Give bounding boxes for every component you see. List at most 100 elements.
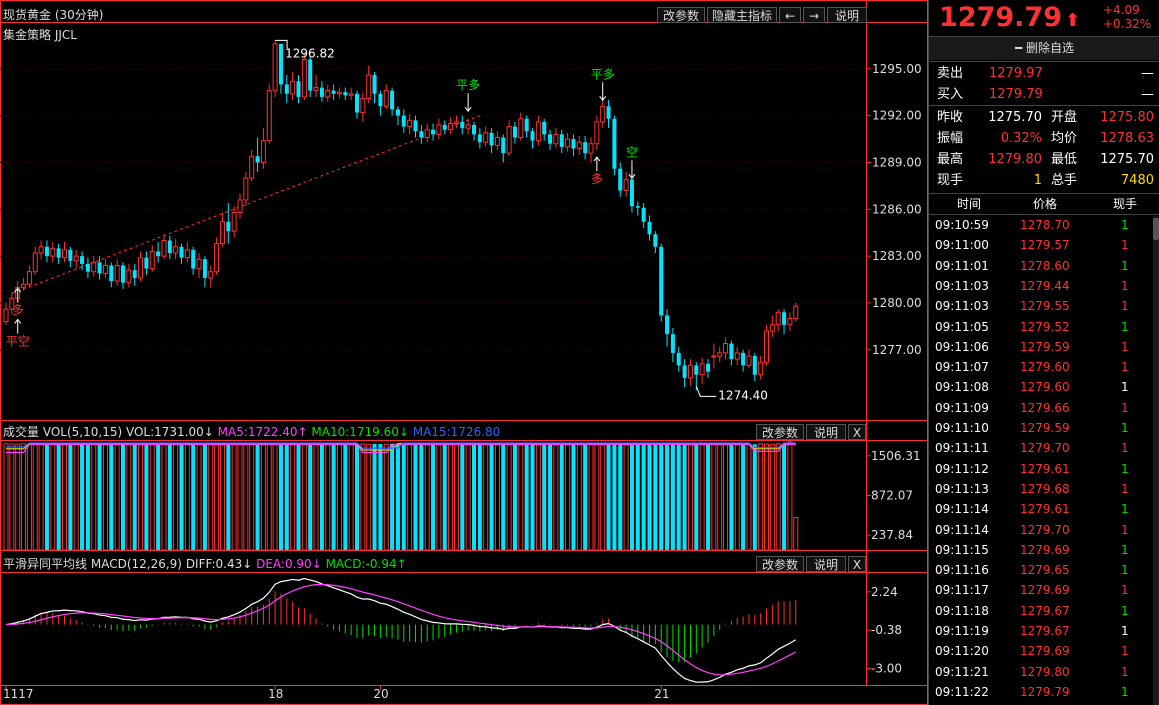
tick-volume: 1 [1121,238,1129,253]
macd-close-button[interactable]: X [848,556,866,572]
candle-body [50,247,56,257]
tick-row[interactable]: 09:11:18 1279.67 1 [929,601,1159,621]
tick-row[interactable]: 09:11:09 1279.66 1 [929,398,1159,418]
tick-time: 09:11:21 [935,664,989,679]
chart-area[interactable]: 1295.00 1292.00 1289.00 1286.00 1283.00 1280.… [0,0,928,705]
tick-row[interactable]: 09:11:05 1279.52 1 [929,317,1159,337]
tick-price: 1279.57 [1020,238,1070,253]
tick-volume: 1 [1121,542,1129,557]
price-tick-label: 1280.00 [872,296,922,310]
tick-row[interactable]: 09:11:08 1279.60 1 [929,377,1159,397]
vol-legend-params: VOL(5,10,15) [42,425,123,439]
ticks-scrollbar-thumb[interactable] [1153,218,1159,240]
hide-main-indicator-button[interactable]: 隐藏主指标 [707,7,777,23]
tick-time: 09:11:14 [935,502,989,517]
candle-body [793,305,799,320]
tick-row[interactable]: 09:11:14 1279.70 1 [929,520,1159,540]
candle-body [56,248,61,258]
tick-row[interactable]: 09:11:21 1279.80 1 [929,662,1159,682]
remove-watchlist-button[interactable]: ━ 删除自选 [929,37,1159,60]
candle-body [699,363,705,376]
volume-bar [237,443,243,551]
candle-body [121,265,125,283]
tick-time: 09:11:09 [935,400,989,415]
scroll-left-button[interactable]: ← [779,7,801,23]
tick-row[interactable]: 09:11:12 1279.61 1 [929,459,1159,479]
stat-label: 均价 [1051,131,1078,146]
candle-body [472,125,476,135]
time-tick-label: 18 [268,687,283,701]
macd-help-button[interactable]: 说明 [806,556,846,572]
tick-row[interactable]: 09:11:19 1279.67 1 [929,621,1159,641]
signal-label: 平多 [591,67,615,81]
volume-bar [325,443,331,551]
candle-body [723,343,729,354]
stats-row-open-close: 昨收 1275.70 开盘 1275.80 [929,107,1159,128]
tick-row[interactable]: 09:11:13 1279.68 1 [929,479,1159,499]
tick-row[interactable]: 09:11:00 1279.57 1 [929,235,1159,255]
tick-row[interactable]: 09:11:17 1279.69 1 [929,580,1159,600]
buy-volume: — [1141,87,1154,102]
vol-close-button[interactable]: X [848,424,866,440]
tick-row[interactable]: 09:11:03 1279.44 1 [929,276,1159,296]
stat-value: 1275.70 [1100,152,1154,167]
candle-body [296,81,301,97]
candle-body [413,120,418,132]
candle-body [535,121,541,142]
candle-body [653,234,658,247]
ticks-scrollbar[interactable] [1153,216,1159,705]
tick-volume: 1 [1121,441,1129,456]
volume-bar [729,444,734,550]
candle-body [85,263,90,272]
scroll-right-button[interactable]: → [803,7,825,23]
tick-row[interactable]: 09:10:59 1278.70 1 [929,215,1159,235]
volume-bar [179,443,184,550]
tick-volume: 1 [1121,603,1129,618]
tick-row[interactable]: 09:11:20 1279.69 1 [929,641,1159,661]
help-button[interactable]: 说明 [827,7,867,23]
volume-bar [44,444,49,550]
volume-bar [372,443,377,550]
volume-bar [687,443,693,551]
tick-row[interactable]: 09:11:06 1279.59 1 [929,337,1159,357]
candle-body [407,119,413,128]
vol-change-params-button[interactable]: 改参数 [756,424,804,440]
volume-bar [3,443,9,551]
stat-label: 昨收 [937,110,964,125]
candle-body [594,121,600,145]
signal-label: 多 [12,303,24,317]
volume-tick-label: 1506.31 [871,449,921,463]
candle-body [453,121,459,124]
stat-value: 0.32% [1000,131,1042,146]
candle-body [787,318,793,326]
price-tick-label: 1286.00 [872,202,922,216]
volume-bar [383,443,389,551]
volume-bar [501,444,506,550]
tick-row[interactable]: 09:11:11 1279.70 1 [929,438,1159,458]
macd-change-params-button[interactable]: 改参数 [756,556,804,572]
vol-help-button[interactable]: 说明 [806,424,846,440]
tick-row[interactable]: 09:11:03 1279.55 1 [929,296,1159,316]
volume-bar [173,443,179,551]
tick-row[interactable]: 09:11:16 1279.65 1 [929,560,1159,580]
change-params-button[interactable]: 改参数 [657,7,705,23]
candle-body [167,240,172,253]
tick-row[interactable]: 09:11:22 1279.79 1 [929,682,1159,702]
candle-body [331,90,336,94]
tick-row[interactable]: 09:11:14 1279.61 1 [929,499,1159,519]
chart-canvas[interactable]: 1295.00 1292.00 1289.00 1286.00 1283.00 1280.… [0,0,928,705]
candle-body [401,115,406,127]
tick-row[interactable]: 09:11:01 1278.60 1 [929,256,1159,276]
tick-row[interactable]: 09:11:07 1279.60 1 [929,357,1159,377]
candle-body [734,352,740,360]
tick-volume: 1 [1121,339,1129,354]
tick-price: 1279.44 [1020,278,1070,293]
candle-body [424,129,430,138]
candle-body [149,250,155,270]
candle-body [542,121,547,135]
tick-row[interactable]: 09:11:15 1279.69 1 [929,540,1159,560]
tick-volume: 1 [1121,278,1129,293]
macd-tick-label: 2.24 [871,585,898,599]
tick-row[interactable]: 09:11:10 1279.59 1 [929,418,1159,438]
buy-row: 买入 1279.79 — [929,84,1159,105]
